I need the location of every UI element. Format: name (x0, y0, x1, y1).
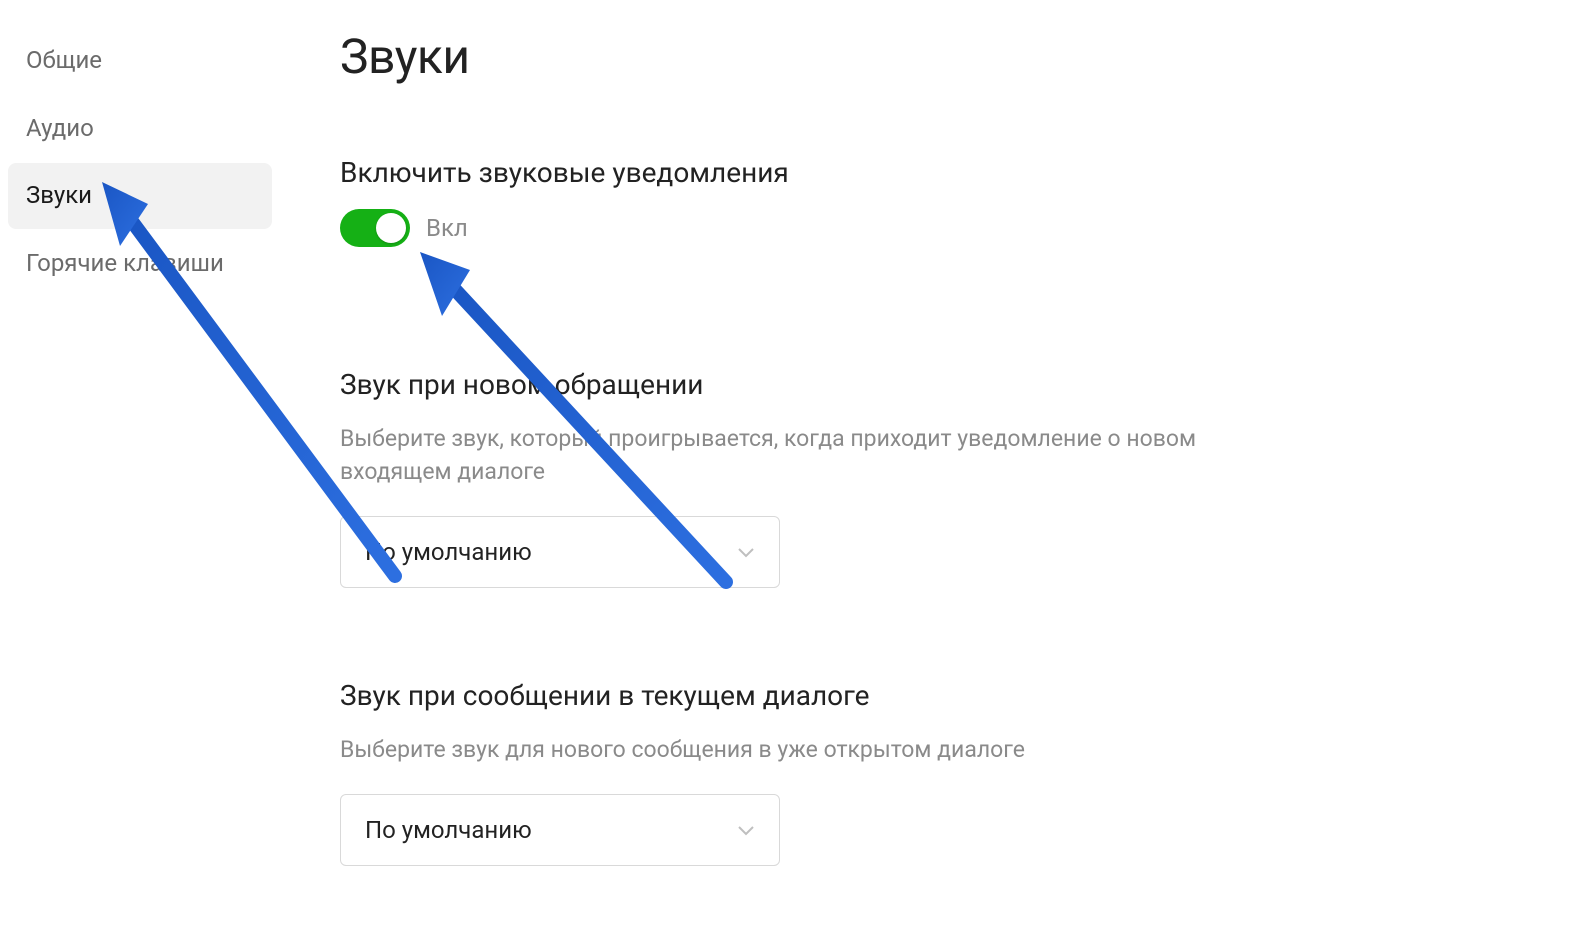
sidebar-item-audio[interactable]: Аудио (8, 96, 272, 162)
new-request-sound-section: Звук при новом обращении Выберите звук, … (340, 367, 1526, 588)
new-request-sound-title: Звук при новом обращении (340, 367, 1526, 403)
current-dialog-sound-select[interactable]: По умолчанию (340, 794, 780, 866)
chevron-down-icon (737, 546, 755, 558)
page-title: Звуки (340, 28, 1526, 85)
enable-sound-toggle[interactable] (340, 209, 410, 247)
current-dialog-sound-title: Звук при сообщении в текущем диалоге (340, 678, 1526, 714)
sidebar-item-label: Аудио (26, 114, 94, 142)
sidebar-item-label: Звуки (26, 181, 92, 209)
sidebar-item-sounds[interactable]: Звуки (8, 163, 272, 229)
new-request-sound-select[interactable]: По умолчанию (340, 516, 780, 588)
enable-sound-toggle-row: Вкл (340, 209, 1526, 247)
current-dialog-sound-description: Выберите звук для нового сообщения в уже… (340, 733, 1260, 766)
chevron-down-icon (737, 824, 755, 836)
settings-main: Звуки Включить звуковые уведомления Вкл … (280, 0, 1586, 952)
settings-sidebar: Общие Аудио Звуки Горячие клавиши (0, 0, 280, 952)
sidebar-item-hotkeys[interactable]: Горячие клавиши (8, 231, 272, 297)
select-value: По умолчанию (365, 538, 532, 566)
enable-sound-toggle-label: Вкл (426, 214, 468, 242)
sidebar-item-general[interactable]: Общие (8, 28, 272, 94)
sidebar-item-label: Горячие клавиши (26, 249, 224, 277)
toggle-knob (376, 213, 406, 243)
enable-sound-section: Включить звуковые уведомления Вкл (340, 155, 1526, 247)
current-dialog-sound-section: Звук при сообщении в текущем диалоге Выб… (340, 678, 1526, 866)
new-request-sound-description: Выберите звук, который проигрывается, ко… (340, 422, 1260, 489)
sidebar-item-label: Общие (26, 46, 102, 74)
enable-sound-title: Включить звуковые уведомления (340, 155, 1526, 191)
select-value: По умолчанию (365, 816, 532, 844)
